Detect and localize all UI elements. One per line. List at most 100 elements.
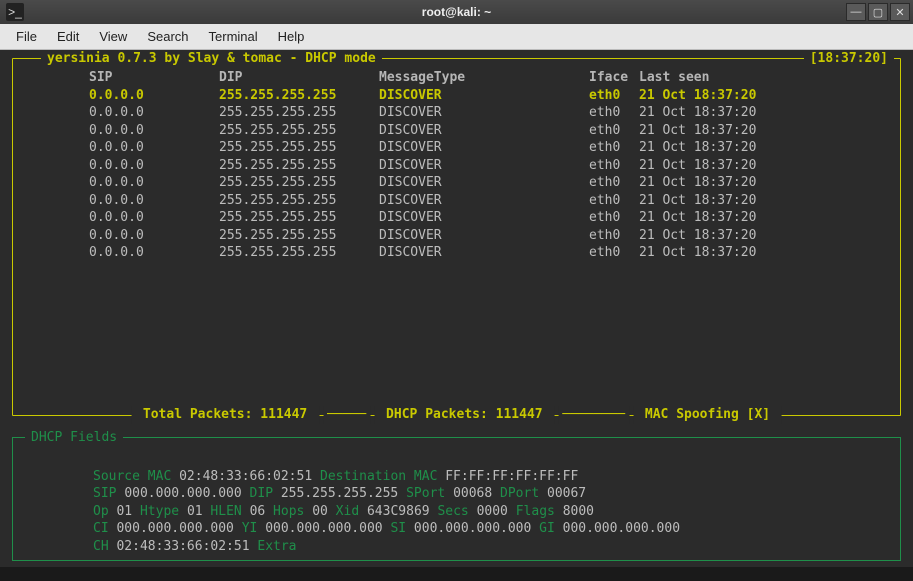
field-dst-mac-label: Destination MAC <box>320 469 437 484</box>
field-src-mac-label: Source MAC <box>93 469 171 484</box>
cell-iface: eth0 <box>589 227 639 245</box>
cell-seen: 21 Oct 18:37:20 <box>639 209 839 227</box>
cell-seen: 21 Oct 18:37:20 <box>639 244 839 262</box>
table-row[interactable]: 0.0.0.0255.255.255.255DISCOVEReth021 Oct… <box>89 139 886 157</box>
menu-file[interactable]: File <box>6 25 47 48</box>
cell-msg: DISCOVER <box>379 87 589 105</box>
table-row[interactable]: 0.0.0.0255.255.255.255DISCOVEReth021 Oct… <box>89 122 886 140</box>
cell-dip: 255.255.255.255 <box>219 209 379 227</box>
cell-seen: 21 Oct 18:37:20 <box>639 227 839 245</box>
field-htype-label: Htype <box>140 504 179 519</box>
cell-iface: eth0 <box>589 244 639 262</box>
cell-msg: DISCOVER <box>379 227 589 245</box>
field-htype-value: 01 <box>187 504 203 519</box>
maximize-button[interactable]: ▢ <box>868 3 888 21</box>
field-yi-value: 000.000.000.000 <box>265 521 382 536</box>
table-row[interactable]: 0.0.0.0255.255.255.255DISCOVEReth021 Oct… <box>89 192 886 210</box>
close-button[interactable]: ✕ <box>890 3 910 21</box>
cell-msg: DISCOVER <box>379 104 589 122</box>
field-op-label: Op <box>93 504 109 519</box>
main-panel: yersinia 0.7.3 by Slay & tomac - DHCP mo… <box>12 58 901 416</box>
cell-iface: eth0 <box>589 139 639 157</box>
dhcp-packets-value: 111447 <box>496 407 543 422</box>
table-row[interactable]: 0.0.0.0255.255.255.255DISCOVEReth021 Oct… <box>89 209 886 227</box>
cell-msg: DISCOVER <box>379 122 589 140</box>
cell-msg: DISCOVER <box>379 209 589 227</box>
table-row[interactable]: 0.0.0.0255.255.255.255DISCOVEReth021 Oct… <box>89 104 886 122</box>
table-header: SIP DIP MessageType Iface Last seen <box>89 69 886 87</box>
packet-table: SIP DIP MessageType Iface Last seen 0.0.… <box>13 59 900 262</box>
field-dst-mac-value: FF:FF:FF:FF:FF:FF <box>445 469 578 484</box>
cell-dip: 255.255.255.255 <box>219 192 379 210</box>
cell-sip: 0.0.0.0 <box>89 157 219 175</box>
cell-seen: 21 Oct 18:37:20 <box>639 139 839 157</box>
menu-view[interactable]: View <box>89 25 137 48</box>
field-sport-value: 00068 <box>453 486 492 501</box>
field-src-mac-value: 02:48:33:66:02:51 <box>179 469 312 484</box>
col-sip: SIP <box>89 69 219 87</box>
field-xid-label: Xid <box>336 504 359 519</box>
col-iface: Iface <box>589 69 639 87</box>
cell-seen: 21 Oct 18:37:20 <box>639 87 839 105</box>
cell-seen: 21 Oct 18:37:20 <box>639 157 839 175</box>
cell-msg: DISCOVER <box>379 244 589 262</box>
field-xid-value: 643C9869 <box>367 504 430 519</box>
col-lastseen: Last seen <box>639 69 839 87</box>
field-sip-label: SIP <box>93 486 116 501</box>
cell-iface: eth0 <box>589 192 639 210</box>
cell-sip: 0.0.0.0 <box>89 244 219 262</box>
field-dport-label: DPort <box>500 486 539 501</box>
field-extra-label: Extra <box>257 539 296 554</box>
total-packets-label: Total Packets: <box>143 407 253 422</box>
field-ch-label: CH <box>93 539 109 554</box>
field-si-value: 000.000.000.000 <box>414 521 531 536</box>
field-flags-value: 8000 <box>563 504 594 519</box>
table-row[interactable]: 0.0.0.0255.255.255.255DISCOVEReth021 Oct… <box>89 174 886 192</box>
cell-dip: 255.255.255.255 <box>219 139 379 157</box>
cell-iface: eth0 <box>589 209 639 227</box>
field-gi-label: GI <box>539 521 555 536</box>
status-footer: Total Packets: 111447 ───── DHCP Packets… <box>131 406 782 424</box>
col-dip: DIP <box>219 69 379 87</box>
window-title: root@kali: ~ <box>422 5 491 19</box>
mac-spoofing-toggle[interactable]: MAC Spoofing [X] <box>645 407 770 422</box>
cell-sip: 0.0.0.0 <box>89 104 219 122</box>
menu-edit[interactable]: Edit <box>47 25 89 48</box>
col-msgtype: MessageType <box>379 69 589 87</box>
table-row[interactable]: 0.0.0.0255.255.255.255DISCOVEReth021 Oct… <box>89 227 886 245</box>
field-ch-value: 02:48:33:66:02:51 <box>116 539 249 554</box>
cell-dip: 255.255.255.255 <box>219 227 379 245</box>
minimize-button[interactable]: — <box>846 3 866 21</box>
cell-msg: DISCOVER <box>379 157 589 175</box>
cell-seen: 21 Oct 18:37:20 <box>639 192 839 210</box>
cell-seen: 21 Oct 18:37:20 <box>639 104 839 122</box>
cell-msg: DISCOVER <box>379 192 589 210</box>
cell-sip: 0.0.0.0 <box>89 174 219 192</box>
menu-search[interactable]: Search <box>137 25 198 48</box>
field-sip-value: 000.000.000.000 <box>124 486 241 501</box>
table-row[interactable]: 0.0.0.0255.255.255.255DISCOVEReth021 Oct… <box>89 157 886 175</box>
cell-msg: DISCOVER <box>379 139 589 157</box>
table-row[interactable]: 0.0.0.0255.255.255.255DISCOVEReth021 Oct… <box>89 87 886 105</box>
menu-help[interactable]: Help <box>268 25 315 48</box>
field-hlen-label: HLEN <box>210 504 241 519</box>
cell-dip: 255.255.255.255 <box>219 244 379 262</box>
cell-iface: eth0 <box>589 104 639 122</box>
cell-iface: eth0 <box>589 87 639 105</box>
menu-terminal[interactable]: Terminal <box>199 25 268 48</box>
field-hops-value: 00 <box>312 504 328 519</box>
cell-seen: 21 Oct 18:37:20 <box>639 122 839 140</box>
terminal-view[interactable]: yersinia 0.7.3 by Slay & tomac - DHCP mo… <box>0 50 913 567</box>
field-dip-label: DIP <box>250 486 273 501</box>
cell-dip: 255.255.255.255 <box>219 87 379 105</box>
field-secs-label: Secs <box>437 504 468 519</box>
dhcp-fields-body: Source MAC 02:48:33:66:02:51 Destination… <box>13 438 900 581</box>
field-flags-label: Flags <box>516 504 555 519</box>
field-si-label: SI <box>390 521 406 536</box>
field-ci-label: CI <box>93 521 109 536</box>
field-op-value: 01 <box>116 504 132 519</box>
field-dip-value: 255.255.255.255 <box>281 486 398 501</box>
dhcp-fields-panel: DHCP Fields Source MAC 02:48:33:66:02:51… <box>12 437 901 561</box>
cell-sip: 0.0.0.0 <box>89 227 219 245</box>
table-row[interactable]: 0.0.0.0255.255.255.255DISCOVEReth021 Oct… <box>89 244 886 262</box>
